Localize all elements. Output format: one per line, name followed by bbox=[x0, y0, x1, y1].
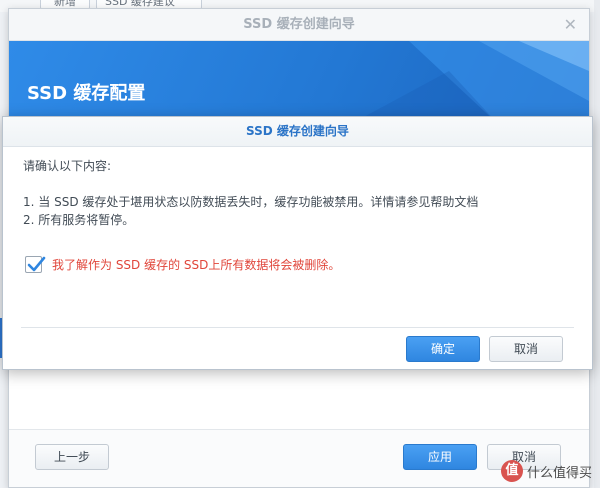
confirm-intro-text: 请确认以下内容: bbox=[23, 159, 112, 173]
dialog-title: SSD 缓存创建向导 bbox=[3, 117, 592, 147]
previous-button[interactable]: 上一步 bbox=[35, 444, 109, 470]
close-icon[interactable]: ✕ bbox=[564, 9, 577, 40]
checkmark-icon bbox=[27, 256, 46, 271]
confirm-item-2: 2. 所有服务将暂停。 bbox=[23, 213, 135, 227]
acknowledge-label: 我了解作为 SSD 缓存的 SSD上所有数据将会被删除。 bbox=[52, 257, 341, 272]
dialog-divider bbox=[21, 327, 574, 328]
dialog-cancel-button[interactable]: 取消 bbox=[489, 336, 563, 362]
ok-button[interactable]: 确定 bbox=[406, 336, 480, 362]
apply-button[interactable]: 应用 bbox=[403, 444, 477, 470]
confirm-dialog: SSD 缓存创建向导 请确认以下内容: 1. 当 SSD 缓存处于堪用状态以防数… bbox=[2, 116, 593, 370]
background-right-edge bbox=[594, 0, 600, 488]
wizard-banner: SSD 缓存配置 bbox=[9, 41, 589, 125]
watermark-text: 什么值得买 bbox=[526, 465, 592, 481]
wizard-titlebar: SSD 缓存创建向导 ✕ bbox=[9, 9, 589, 41]
wizard-title: SSD 缓存创建向导 bbox=[243, 17, 355, 32]
acknowledge-checkbox[interactable] bbox=[25, 255, 46, 273]
acknowledge-checkbox-row[interactable]: 我了解作为 SSD 缓存的 SSD上所有数据将会被删除。 bbox=[25, 255, 340, 273]
watermark-logo-icon: 值 bbox=[500, 460, 523, 482]
dialog-body: 请确认以下内容: 1. 当 SSD 缓存处于堪用状态以防数据丢失时，缓存功能被禁… bbox=[3, 147, 592, 329]
confirm-item-1: 1. 当 SSD 缓存处于堪用状态以防数据丢失时，缓存功能被禁用。详情请参见帮助… bbox=[23, 195, 479, 209]
wizard-step-title: SSD 缓存配置 bbox=[27, 83, 146, 104]
banner-decoration bbox=[349, 41, 589, 125]
watermark: 值 什么值得买 bbox=[500, 460, 592, 482]
